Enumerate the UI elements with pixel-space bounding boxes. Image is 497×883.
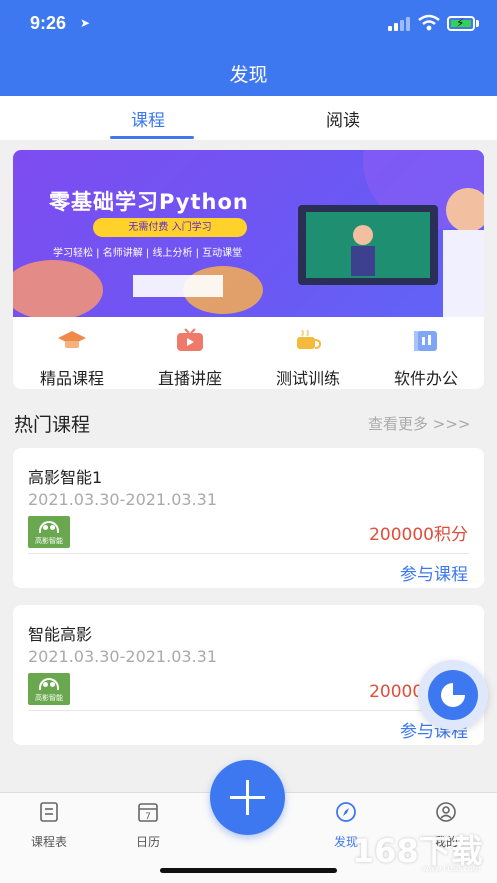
quick-item-test-training[interactable]: 测试训练 bbox=[249, 317, 367, 389]
banner-pill: 无需付费 入门学习 bbox=[93, 218, 247, 237]
quick-item-premium-courses[interactable]: 精品课程 bbox=[13, 317, 131, 389]
quick-item-label: 精品课程 bbox=[39, 369, 104, 388]
floating-assist-button[interactable] bbox=[418, 660, 488, 730]
course-card[interactable]: 智能高影 2021.03.30-2021.03.31 高影智能 200000积分… bbox=[13, 605, 484, 745]
home-indicator bbox=[160, 868, 337, 873]
course-name: 高影智能1 bbox=[28, 468, 103, 487]
promo-banner[interactable]: 零基础学习Python 无需付费 入门学习 学习轻松 | 名师讲解 | 线上分析… bbox=[13, 150, 484, 317]
course-points: 200000积分 bbox=[369, 525, 468, 545]
battery-icon: ⚡ bbox=[447, 16, 475, 31]
graduation-cap-icon bbox=[58, 331, 86, 348]
course-card[interactable]: 高影智能1 2021.03.30-2021.03.31 高影智能 200000积… bbox=[13, 448, 484, 588]
coffee-cup-icon bbox=[297, 329, 322, 349]
schedule-icon bbox=[40, 802, 58, 822]
tv-play-icon bbox=[177, 328, 203, 351]
svg-text:7: 7 bbox=[145, 812, 151, 822]
quick-menu: 精品课程 直播讲座 测试训练 软件办公 bbox=[13, 317, 484, 389]
banner-subtitle: 学习轻松 | 名师讲解 | 线上分析 | 互动课堂 bbox=[53, 248, 243, 259]
active-tab-indicator bbox=[110, 136, 194, 139]
banner-illustration bbox=[13, 150, 484, 317]
nav-schedule[interactable]: 课程表 bbox=[9, 801, 89, 850]
nav-label: 日历 bbox=[135, 835, 160, 849]
status-time: 9:26 bbox=[30, 13, 67, 33]
office-folder-icon bbox=[414, 331, 437, 351]
signal-icon bbox=[388, 17, 412, 31]
top-tabs: 课程 阅读 bbox=[0, 96, 497, 140]
quick-item-label: 软件办公 bbox=[393, 369, 458, 388]
add-button[interactable] bbox=[210, 760, 285, 835]
pie-chart-icon bbox=[428, 670, 478, 720]
app-header: 9:26 ➤ ⚡ 发现 bbox=[0, 0, 497, 96]
nav-calendar[interactable]: 7 日历 bbox=[108, 801, 188, 850]
course-logo: 高影智能 bbox=[28, 516, 70, 548]
course-date: 2021.03.30-2021.03.31 bbox=[28, 647, 217, 666]
join-course-button[interactable]: 参与课程 bbox=[400, 560, 468, 585]
quick-item-office-software[interactable]: 软件办公 bbox=[367, 317, 485, 389]
quick-item-label: 直播讲座 bbox=[157, 369, 222, 388]
hot-courses-title: 热门课程 bbox=[14, 414, 91, 436]
nav-label: 课程表 bbox=[30, 835, 67, 849]
watermark: 168下载 www.i168.com bbox=[352, 832, 483, 873]
page-title: 发现 bbox=[229, 64, 268, 86]
course-name: 智能高影 bbox=[28, 625, 93, 644]
wifi-icon bbox=[418, 14, 440, 31]
quick-item-live-lectures[interactable]: 直播讲座 bbox=[131, 317, 249, 389]
user-icon bbox=[436, 802, 456, 822]
status-bar: 9:26 ➤ ⚡ bbox=[0, 0, 497, 48]
calendar-icon: 7 bbox=[138, 803, 158, 822]
tab-courses[interactable]: 课程 bbox=[131, 106, 165, 131]
course-date: 2021.03.30-2021.03.31 bbox=[28, 490, 217, 509]
course-logo: 高影智能 bbox=[28, 673, 70, 705]
quick-item-label: 测试训练 bbox=[275, 369, 340, 388]
location-arrow-icon: ➤ bbox=[80, 16, 91, 30]
banner-title: 零基础学习Python bbox=[49, 190, 249, 214]
tab-reading[interactable]: 阅读 bbox=[326, 106, 360, 131]
compass-icon bbox=[336, 802, 356, 822]
view-more-link[interactable]: 查看更多 >>> bbox=[368, 413, 470, 434]
